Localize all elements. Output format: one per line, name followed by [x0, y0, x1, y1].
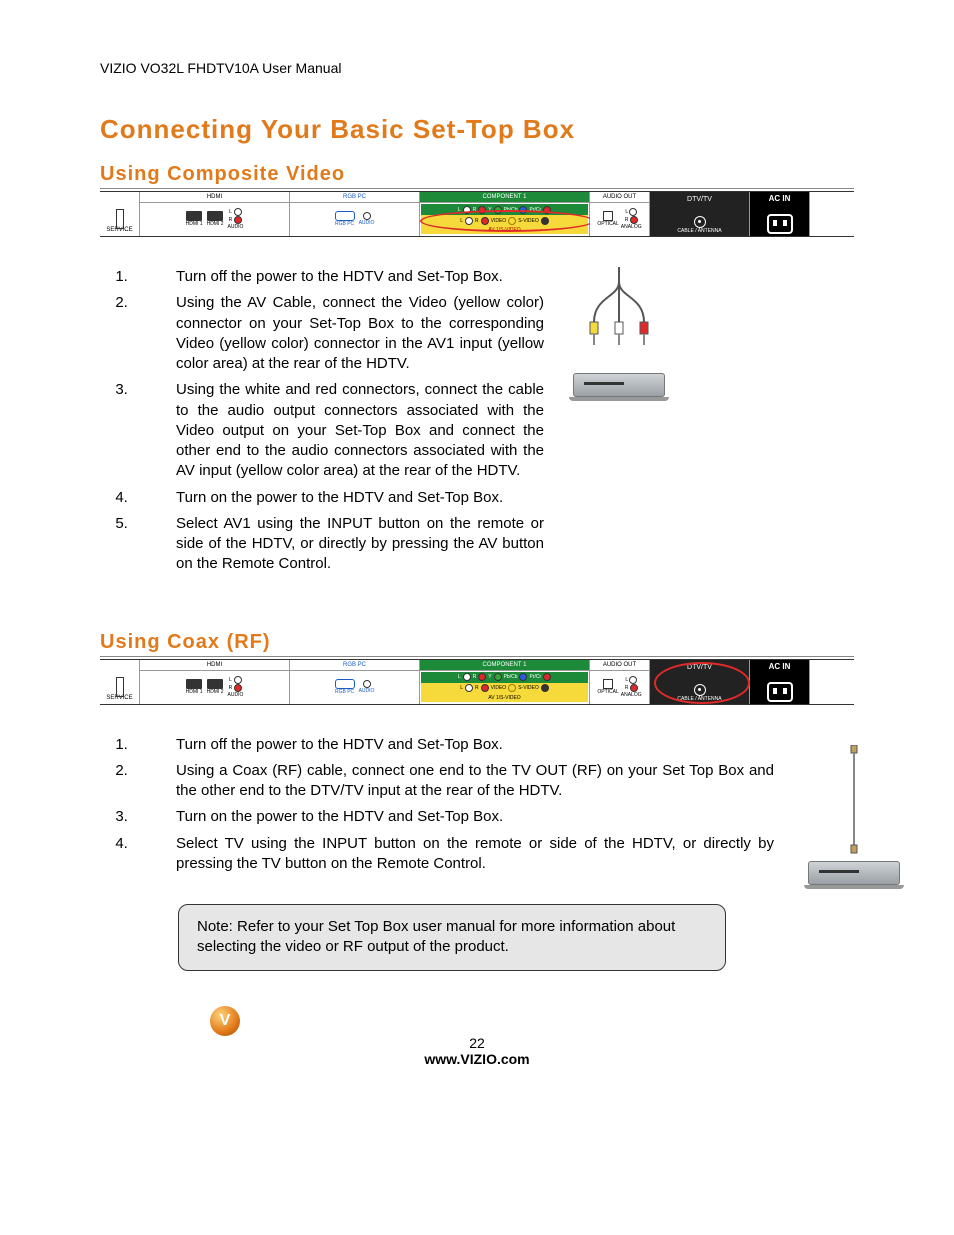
document-header: VIZIO VO32L FHDTV10A User Manual [100, 60, 854, 76]
hdmi2-port-icon [207, 211, 223, 221]
rear-panel-diagram-composite: SERVICE HDMI HDMI 1 HDMI 2 L R AUDIO RGB… [100, 191, 854, 237]
coax-cable-figure [804, 745, 904, 889]
note-box: Note: Refer to your Set Top Box user man… [178, 904, 726, 971]
list-item: Select TV using the INPUT button on the … [132, 834, 774, 875]
av-cable-icon [579, 267, 659, 367]
section-coax-title: Using Coax (RF) [100, 631, 854, 657]
list-item: Select AV1 using the INPUT button on the… [132, 514, 544, 575]
hdmi1-port-icon [186, 211, 202, 221]
highlight-av-area-icon [420, 210, 594, 232]
list-item: Turn on the power to the HDTV and Set-To… [132, 807, 774, 827]
av-cable-figure [564, 267, 674, 401]
list-item: Using the white and red connectors, conn… [132, 380, 544, 481]
settop-box-icon [808, 861, 900, 885]
list-item: Turn on the power to the HDTV and Set-To… [132, 488, 544, 508]
page-number: 22 [469, 1035, 485, 1051]
settop-box-icon [573, 373, 665, 397]
list-item: Using the AV Cable, connect the Video (y… [132, 293, 544, 374]
highlight-dtv-area-icon [654, 662, 750, 704]
coax-cable-icon [844, 745, 864, 855]
coax-port-icon [694, 216, 706, 228]
ac-in-port-icon [767, 682, 793, 702]
main-title: Connecting Your Basic Set-Top Box [100, 114, 854, 145]
list-item: Turn off the power to the HDTV and Set-T… [132, 267, 544, 287]
page-footer: 22 www.VIZIO.com [424, 1035, 529, 1067]
section-composite-title: Using Composite Video [100, 163, 854, 189]
rear-panel-diagram-coax: SERVICE HDMI HDMI 1 HDMI 2 L R AUDIO RGB… [100, 659, 854, 705]
list-item: Using a Coax (RF) cable, connect one end… [132, 761, 774, 802]
coax-steps-list: Turn off the power to the HDTV and Set-T… [100, 735, 854, 875]
footer-url: www.VIZIO.com [424, 1051, 529, 1067]
vizio-logo-icon: V [210, 1006, 240, 1036]
composite-steps-list: Turn off the power to the HDTV and Set-T… [100, 267, 544, 575]
list-item: Turn off the power to the HDTV and Set-T… [132, 735, 774, 755]
ac-in-port-icon [767, 214, 793, 234]
